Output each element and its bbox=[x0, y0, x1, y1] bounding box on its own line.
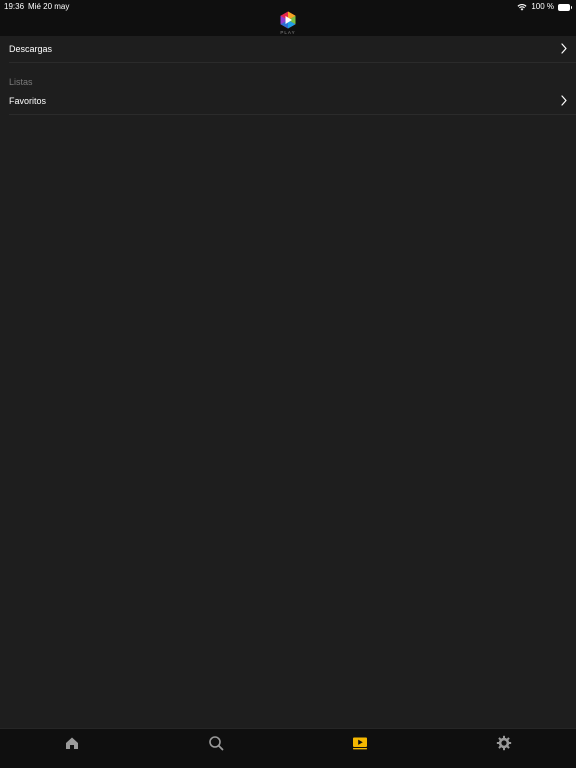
favorites-label: Favoritos bbox=[9, 96, 47, 106]
my-videos-icon bbox=[353, 737, 367, 750]
tab-bar bbox=[0, 728, 576, 768]
tab-home[interactable] bbox=[64, 735, 80, 751]
downloads-row[interactable]: Descargas bbox=[9, 36, 576, 63]
wifi-icon bbox=[517, 4, 527, 11]
search-icon bbox=[209, 736, 224, 751]
chevron-right-icon bbox=[561, 95, 567, 106]
status-date: Mié 20 may bbox=[28, 2, 70, 11]
favorites-row[interactable]: Favoritos bbox=[9, 88, 576, 115]
home-icon bbox=[66, 737, 78, 749]
battery-percentage: 100 % bbox=[531, 2, 554, 11]
downloads-label: Descargas bbox=[9, 44, 53, 54]
tab-settings[interactable] bbox=[496, 735, 512, 751]
app-logo: PLAY bbox=[279, 11, 297, 36]
tab-search[interactable] bbox=[208, 735, 224, 751]
tab-my-videos[interactable] bbox=[352, 735, 368, 751]
play-logo-icon bbox=[280, 11, 296, 29]
status-indicators: 100 % bbox=[517, 2, 572, 12]
battery-icon bbox=[558, 3, 572, 11]
gear-icon bbox=[496, 735, 512, 751]
logo-text: PLAY bbox=[280, 30, 296, 35]
status-time: 19:36 bbox=[4, 2, 25, 11]
chevron-right-icon bbox=[561, 43, 567, 54]
top-header: 19:36 Mié 20 may 100 % PLAY bbox=[0, 0, 576, 36]
lists-section-title: Listas bbox=[9, 77, 33, 87]
app-root: 19:36 Mié 20 may 100 % PLAY Descargas Li… bbox=[0, 0, 576, 768]
